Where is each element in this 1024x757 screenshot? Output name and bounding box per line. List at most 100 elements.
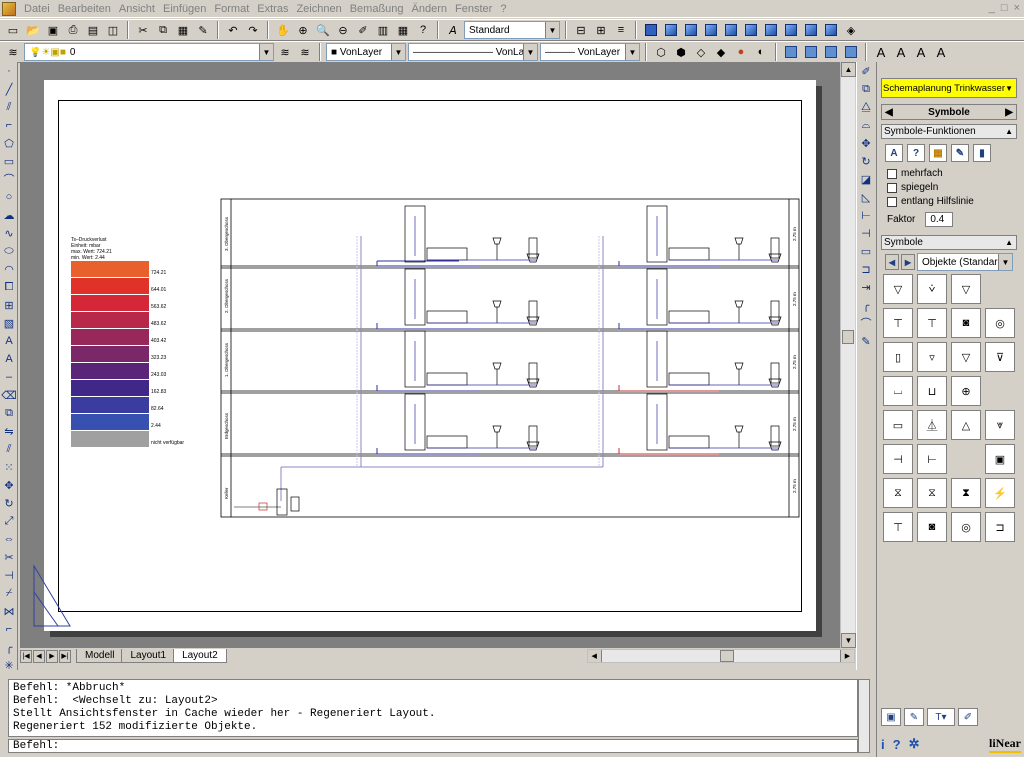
text-tool-icon[interactable]: A: [0, 332, 18, 350]
symbol-washer-icon[interactable]: ◙: [951, 308, 981, 338]
edit-symbol-icon[interactable]: ✎: [951, 144, 969, 162]
checkbox-box[interactable]: [887, 196, 897, 207]
symbol-tap-small-icon[interactable]: ⊤: [917, 308, 947, 338]
scroll-up-icon[interactable]: ▲: [841, 62, 856, 77]
view-sw-icon[interactable]: [762, 21, 780, 39]
scroll-left-icon[interactable]: ◀: [587, 650, 602, 662]
symbol-sink-icon[interactable]: ▿: [917, 342, 947, 372]
first-tab-icon[interactable]: |◀: [20, 649, 32, 663]
layer-previous-icon[interactable]: ≋: [296, 43, 314, 61]
horizontal-scrollbar[interactable]: ◀ ▶: [586, 649, 855, 663]
trim-icon[interactable]: ✂: [0, 548, 18, 566]
hilfslinie-checkbox[interactable]: entlang Hilfslinie: [887, 196, 974, 207]
scroll-thumb[interactable]: [719, 650, 734, 662]
save-icon[interactable]: ▣: [44, 21, 62, 39]
symbol-urinal-icon[interactable]: ⊽: [985, 342, 1015, 372]
app-icon[interactable]: [2, 1, 16, 16]
break-icon[interactable]: ⌿: [0, 584, 18, 602]
point-icon[interactable]: ·: [0, 62, 18, 80]
objects-select[interactable]: Objekte (Standard) ▼: [917, 253, 1013, 271]
text-find-icon[interactable]: A: [912, 43, 930, 61]
table-style-icon[interactable]: ⊞: [592, 21, 610, 39]
rotate-tool-icon[interactable]: ↻: [857, 152, 875, 170]
plot-preview-icon[interactable]: ▤: [84, 21, 102, 39]
explode-icon[interactable]: ✳: [0, 656, 18, 674]
layer-manager-icon[interactable]: ≋: [4, 43, 22, 61]
symbol-outlet-icon[interactable]: ⊐: [985, 512, 1015, 542]
menu-extras[interactable]: Extras: [253, 3, 292, 15]
circle-icon[interactable]: ○: [0, 188, 18, 206]
symbol-angle-valve-icon[interactable]: ⚡: [985, 478, 1015, 508]
make-block-icon[interactable]: ⊞: [0, 296, 18, 314]
symbol-pump-icon[interactable]: ◎: [951, 512, 981, 542]
symbol-cabinet-icon[interactable]: ▣: [985, 444, 1015, 474]
symbol-funnel2-icon[interactable]: ⩔: [985, 410, 1015, 440]
prev-icon[interactable]: ◀: [885, 107, 893, 118]
flat-edges-icon[interactable]: ◐: [752, 43, 770, 61]
symbol-info-icon[interactable]: ▮: [973, 144, 991, 162]
array-icon[interactable]: ⁙: [0, 458, 18, 476]
arc-icon[interactable]: ⌒: [0, 170, 18, 188]
scale-tool-icon[interactable]: ◪: [857, 170, 875, 188]
join-tool-icon[interactable]: ⊐: [857, 260, 875, 278]
viewports-icon[interactable]: [782, 43, 800, 61]
lineweight-select[interactable]: ——— VonLayer ▼: [540, 43, 640, 61]
minimize-button[interactable]: _: [989, 2, 995, 14]
collapse-icon[interactable]: ▲: [1005, 127, 1013, 136]
move-icon[interactable]: ✥: [0, 476, 18, 494]
symbol-bathtub-icon[interactable]: ⌴: [883, 376, 913, 406]
match-properties-icon[interactable]: ✎: [194, 21, 212, 39]
text-edit-icon[interactable]: A: [892, 43, 910, 61]
polygon-icon[interactable]: ⬠: [0, 134, 18, 152]
info-icon[interactable]: i: [881, 737, 885, 752]
layer-select[interactable]: 💡☀▣■ 0 ▼: [24, 43, 274, 61]
symbol-gate-valve-icon[interactable]: ⧖: [883, 478, 913, 508]
rotate-icon[interactable]: ↻: [0, 494, 18, 512]
text-icon[interactable]: A: [872, 43, 890, 61]
gouraud-shaded-icon[interactable]: ●: [732, 43, 750, 61]
checkbox-box[interactable]: [887, 182, 897, 193]
join-icon[interactable]: ⋈: [0, 602, 18, 620]
paste-icon[interactable]: ▦: [174, 21, 192, 39]
dim-style-icon[interactable]: ⊟: [572, 21, 590, 39]
symbole-header[interactable]: ◀ Symbole ▶: [881, 104, 1017, 120]
symbols-header[interactable]: Symbole ▲: [881, 235, 1017, 250]
make-object-layer-current-icon[interactable]: ≋: [276, 43, 294, 61]
chamfer-tool-icon[interactable]: ⇥: [857, 278, 875, 296]
prev-page-icon[interactable]: ◀: [885, 254, 899, 270]
menu-bemassung[interactable]: Bemaßung: [346, 3, 408, 15]
new-file-icon[interactable]: ▭: [4, 21, 22, 39]
symbol-valve-left-icon[interactable]: ⊣: [883, 444, 913, 474]
maximize-button[interactable]: □: [1001, 2, 1008, 14]
offset-icon[interactable]: ⫽: [0, 440, 18, 458]
menu-aendern[interactable]: Ändern: [408, 3, 451, 15]
view-right-icon[interactable]: [702, 21, 720, 39]
symbol-shower-head-icon[interactable]: ⩒: [917, 274, 947, 304]
view-front-icon[interactable]: [722, 21, 740, 39]
symbol-funnel-icon[interactable]: ▽: [951, 274, 981, 304]
single-viewport-icon[interactable]: [802, 43, 820, 61]
publish-icon[interactable]: ◫: [104, 21, 122, 39]
view-left-icon[interactable]: [682, 21, 700, 39]
zoom-previous-icon[interactable]: ⊖: [334, 21, 352, 39]
scroll-down-icon[interactable]: ▼: [841, 633, 856, 648]
ellipse-arc-icon[interactable]: ◠: [0, 260, 18, 278]
break-tool-icon[interactable]: ▭: [857, 242, 875, 260]
next-page-icon[interactable]: ▶: [901, 254, 915, 270]
scale-icon[interactable]: ⤢: [0, 512, 18, 530]
help-icon[interactable]: ?: [414, 21, 432, 39]
hidden-icon[interactable]: ◇: [692, 43, 710, 61]
mline-style-icon[interactable]: ≡: [612, 21, 630, 39]
2d-wireframe-icon[interactable]: ⬡: [652, 43, 670, 61]
explode-tool-icon[interactable]: ⌒: [857, 314, 875, 332]
undo-icon[interactable]: ↶: [224, 21, 242, 39]
symbol-heater-icon[interactable]: ◙: [917, 512, 947, 542]
view-top-icon[interactable]: [642, 21, 660, 39]
next-tab-icon[interactable]: ▶: [46, 649, 58, 663]
view-bottom-icon[interactable]: [662, 21, 680, 39]
mtext-icon[interactable]: A: [0, 350, 18, 368]
open-file-icon[interactable]: 📂: [24, 21, 42, 39]
menu-help[interactable]: ?: [496, 3, 510, 15]
menu-einfuegen[interactable]: Einfügen: [159, 3, 210, 15]
hatch-icon[interactable]: ▧: [0, 314, 18, 332]
